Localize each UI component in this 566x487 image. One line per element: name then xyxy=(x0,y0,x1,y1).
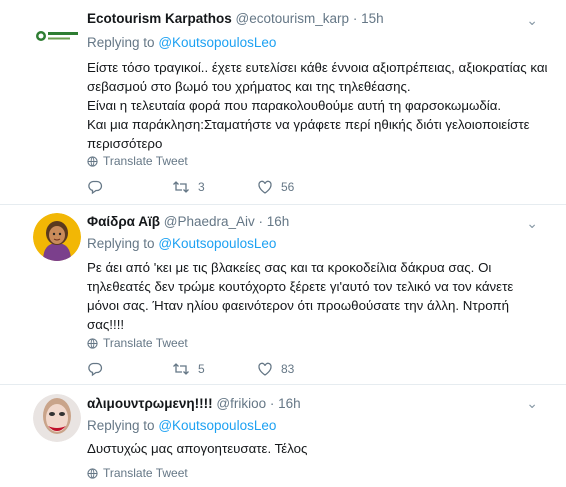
heart-icon xyxy=(258,362,272,376)
tweet[interactable]: ⌄ Ecotourism Karpathos @ecotourism_karp … xyxy=(0,0,566,205)
reply-button[interactable] xyxy=(87,179,172,195)
tweet-text-line: Είστε τόσο τραγικοί.. έχετε ευτελίσει κά… xyxy=(87,60,548,75)
replying-prefix: Replying to xyxy=(87,35,155,50)
separator-dot: · xyxy=(258,214,264,229)
tweet-text-line: σεβασμού στο βωμό του χρήματος και της τ… xyxy=(87,79,411,94)
tweet-text: Ρε άει από 'κει με τις βλακείες σας και … xyxy=(87,258,547,334)
tweet-header: Φαίδρα Αϊβ @Phaedra_Aiv · 16h xyxy=(87,214,289,229)
translate-label[interactable]: Translate Tweet xyxy=(103,154,188,168)
user-handle[interactable]: @frikioo xyxy=(216,396,266,411)
translate-tweet[interactable]: Translate Tweet xyxy=(87,336,188,350)
tweet-header: αλιμουντρωμενη!!!! @frikioo · 16h xyxy=(87,396,301,411)
tweet-actions: 3 56 xyxy=(87,179,342,195)
like-button[interactable]: 83 xyxy=(257,361,342,377)
retweet-icon xyxy=(173,181,189,193)
retweet-count: 5 xyxy=(198,362,205,376)
chevron-down-icon[interactable]: ⌄ xyxy=(526,215,538,232)
retweet-icon xyxy=(173,363,189,375)
separator-dot: · xyxy=(269,396,275,411)
tweet-text-line: Και μια παράκληση:Σταματήστε να γράφετε … xyxy=(87,117,530,132)
display-name[interactable]: αλιμουντρωμενη!!!! xyxy=(87,396,213,411)
avatar-illustration xyxy=(33,394,81,442)
tweet-text-line: Δυστυχώς μας απογοητευσατε. Τέλος xyxy=(87,441,308,456)
replying-prefix: Replying to xyxy=(87,236,155,251)
tweet-text-line: περισσότερο xyxy=(87,136,163,151)
translate-label[interactable]: Translate Tweet xyxy=(103,336,188,350)
retweet-button[interactable]: 5 xyxy=(172,361,257,377)
mention-link[interactable]: @KoutsopoulosLeo xyxy=(158,236,276,251)
separator-dot: · xyxy=(352,11,358,26)
tweet-actions: 5 83 xyxy=(87,361,342,377)
globe-icon xyxy=(87,467,98,479)
tweet-text-line: σας!!!! xyxy=(87,317,125,332)
ecotourism-logo xyxy=(36,31,78,41)
translate-tweet[interactable]: Translate Tweet xyxy=(87,466,188,480)
like-count: 56 xyxy=(281,180,295,194)
user-handle[interactable]: @ecotourism_karp xyxy=(236,11,350,26)
chevron-down-icon[interactable]: ⌄ xyxy=(526,12,538,29)
replying-to: Replying to @KoutsopoulosLeo xyxy=(87,418,276,433)
like-button[interactable]: 56 xyxy=(257,179,342,195)
reply-button[interactable] xyxy=(87,361,172,377)
tweet-text: Δυστυχώς μας απογοητευσατε. Τέλος xyxy=(87,439,547,458)
tweet-header: Ecotourism Karpathos @ecotourism_karp · … xyxy=(87,11,384,26)
tweet[interactable]: ⌄ Φαίδρα Αϊβ @Phaedra_Aiv · 16h Replying… xyxy=(0,205,566,385)
tweet-text: Είστε τόσο τραγικοί.. έχετε ευτελίσει κά… xyxy=(87,58,548,153)
timestamp[interactable]: 16h xyxy=(278,396,301,411)
tweet[interactable]: ⌄ αλιμουντρωμενη!!!! @frikioo · 16h Repl… xyxy=(0,385,566,487)
display-name[interactable]: Φαίδρα Αϊβ xyxy=(87,214,160,229)
mention-link[interactable]: @KoutsopoulosLeo xyxy=(158,418,276,433)
tweet-text-line: Είναι η τελευταία φορά που παρακολουθούμ… xyxy=(87,98,502,113)
display-name[interactable]: Ecotourism Karpathos xyxy=(87,11,232,26)
globe-icon xyxy=(87,155,98,167)
tweet-text-line: τηλεθεατές δεν τρώμε κουτόχορτο ξέρετε γ… xyxy=(87,279,514,294)
avatar-illustration xyxy=(33,213,81,261)
retweet-count: 3 xyxy=(198,180,205,194)
user-handle[interactable]: @Phaedra_Aiv xyxy=(164,214,255,229)
timestamp[interactable]: 15h xyxy=(361,11,384,26)
retweet-button[interactable]: 3 xyxy=(172,179,257,195)
replying-to: Replying to @KoutsopoulosLeo xyxy=(87,236,276,251)
avatar[interactable] xyxy=(33,394,81,442)
reply-icon xyxy=(88,362,103,377)
mention-link[interactable]: @KoutsopoulosLeo xyxy=(158,35,276,50)
translate-label[interactable]: Translate Tweet xyxy=(103,466,188,480)
replying-to: Replying to @KoutsopoulosLeo xyxy=(87,35,276,50)
translate-tweet[interactable]: Translate Tweet xyxy=(87,154,188,168)
like-count: 83 xyxy=(281,362,295,376)
replying-prefix: Replying to xyxy=(87,418,155,433)
timestamp[interactable]: 16h xyxy=(267,214,290,229)
avatar[interactable] xyxy=(33,213,81,261)
tweet-feed: ⌄ Ecotourism Karpathos @ecotourism_karp … xyxy=(0,0,566,487)
heart-icon xyxy=(258,180,272,194)
reply-icon xyxy=(88,180,103,195)
chevron-down-icon[interactable]: ⌄ xyxy=(526,395,538,412)
globe-icon xyxy=(87,337,98,349)
tweet-text-line: Ρε άει από 'κει με τις βλακείες σας και … xyxy=(87,260,492,275)
avatar[interactable] xyxy=(33,12,81,60)
tweet-text-line: μόνοι σας. Ήταν ηλίου φαεινότερον ότι πρ… xyxy=(87,298,509,313)
